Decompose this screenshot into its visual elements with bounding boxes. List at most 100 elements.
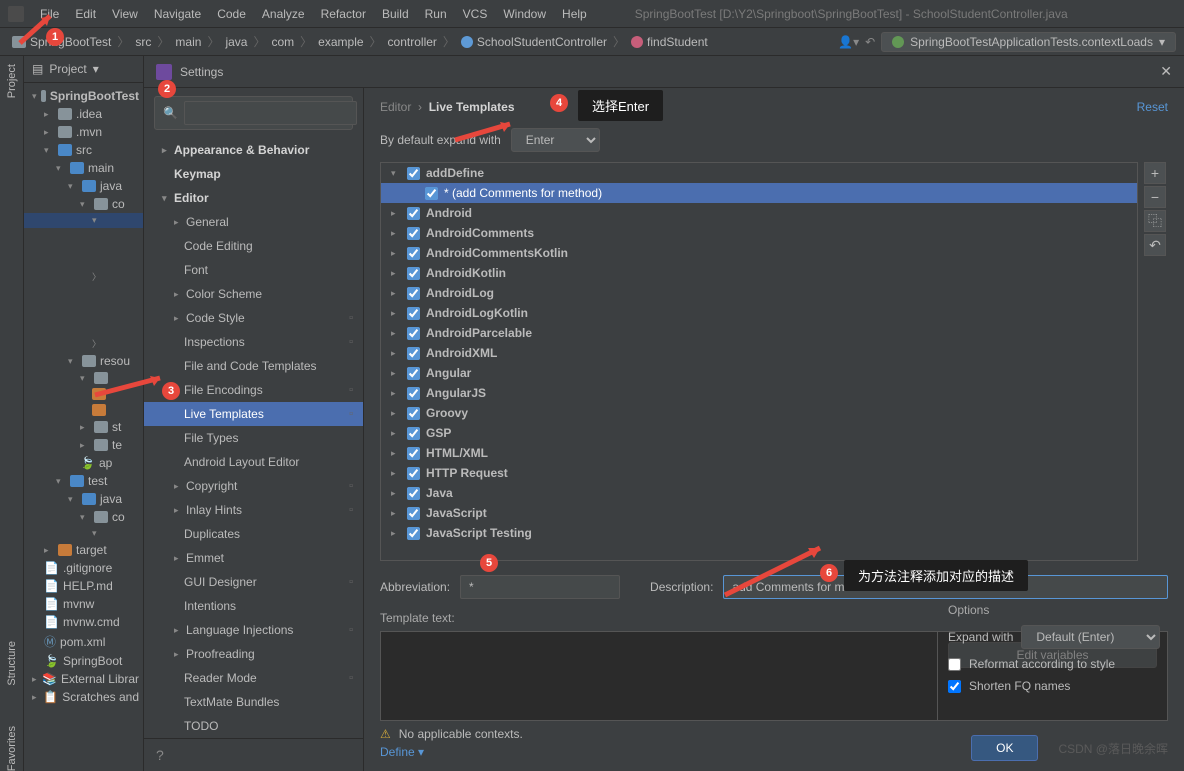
template-checkbox[interactable] (407, 287, 420, 300)
template-group[interactable]: ▸AndroidLog (381, 283, 1137, 303)
menu-refactor[interactable]: Refactor (313, 3, 374, 25)
template-checkbox[interactable] (407, 307, 420, 320)
bc-item[interactable]: example (314, 33, 367, 51)
bc-item[interactable]: SchoolStudentController (457, 33, 611, 51)
nav-tm[interactable]: TextMate Bundles (144, 690, 363, 714)
template-checkbox[interactable] (407, 227, 420, 240)
template-group[interactable]: ▸JavaScript (381, 503, 1137, 523)
template-group[interactable]: ▸Angular (381, 363, 1137, 383)
menu-window[interactable]: Window (495, 3, 554, 25)
template-group[interactable]: ▸Groovy (381, 403, 1137, 423)
template-group[interactable]: ▸Android (381, 203, 1137, 223)
sidebar-project[interactable]: Project (6, 64, 18, 98)
project-header[interactable]: ▤ Project ▾ (24, 56, 143, 83)
nav-proof[interactable]: ▸Proofreading (144, 642, 363, 666)
nav-editor[interactable]: ▾Editor (144, 186, 363, 210)
template-group[interactable]: ▸AndroidXML (381, 343, 1137, 363)
reformat-checkbox[interactable] (948, 658, 961, 671)
nav-reader[interactable]: Reader Mode▫ (144, 666, 363, 690)
remove-button[interactable]: − (1144, 186, 1166, 208)
template-checkbox[interactable] (407, 507, 420, 520)
nav-ale[interactable]: Android Layout Editor (144, 450, 363, 474)
template-group[interactable]: ▸AngularJS (381, 383, 1137, 403)
undo-button[interactable]: ↶ (1144, 234, 1166, 256)
template-checkbox[interactable] (407, 387, 420, 400)
bc-item[interactable]: java (221, 33, 251, 51)
ok-button[interactable]: OK (971, 735, 1038, 761)
template-item[interactable]: * (add Comments for method) (381, 183, 1137, 203)
description-input[interactable] (723, 575, 1168, 599)
project-tree[interactable]: ▾SpringBootTest ▸.idea ▸.mvn ▾src ▾main … (24, 83, 143, 710)
settings-search[interactable]: 🔍 (154, 96, 353, 130)
nav-dup[interactable]: Duplicates (144, 522, 363, 546)
template-checkbox[interactable] (407, 467, 420, 480)
menu-run[interactable]: Run (417, 3, 455, 25)
nav-inlay[interactable]: ▸Inlay Hints▫ (144, 498, 363, 522)
close-icon[interactable]: ✕ (1160, 63, 1172, 80)
nav-inspections[interactable]: Inspections▫ (144, 330, 363, 354)
nav-todo[interactable]: TODO (144, 714, 363, 738)
nav-fct[interactable]: File and Code Templates (144, 354, 363, 378)
template-checkbox[interactable] (407, 527, 420, 540)
nav-emmet[interactable]: ▸Emmet (144, 546, 363, 570)
template-checkbox[interactable] (407, 487, 420, 500)
menu-edit[interactable]: Edit (67, 3, 104, 25)
nav-font[interactable]: Font (144, 258, 363, 282)
nav-intentions[interactable]: Intentions (144, 594, 363, 618)
options-expand-select[interactable]: Default (Enter) (1021, 625, 1160, 649)
bc-item[interactable]: main (171, 33, 205, 51)
nav-codestyle[interactable]: ▸Code Style▫ (144, 306, 363, 330)
template-group[interactable]: ▸AndroidCommentsKotlin (381, 243, 1137, 263)
nav-colorscheme[interactable]: ▸Color Scheme (144, 282, 363, 306)
template-checkbox[interactable] (407, 447, 420, 460)
menu-build[interactable]: Build (374, 3, 417, 25)
abbreviation-input[interactable] (460, 575, 620, 599)
template-checkbox[interactable] (407, 247, 420, 260)
search-input[interactable] (184, 101, 357, 125)
user-icon[interactable]: 👤▾ (838, 35, 859, 49)
template-group[interactable]: ▸JavaScript Testing (381, 523, 1137, 543)
nav-appearance[interactable]: ▸Appearance & Behavior (144, 138, 363, 162)
bc-item[interactable]: controller (384, 33, 441, 51)
template-group[interactable]: ▸GSP (381, 423, 1137, 443)
expand-select[interactable]: Enter (511, 128, 600, 152)
menu-vcs[interactable]: VCS (455, 3, 496, 25)
nav-general[interactable]: ▸General (144, 210, 363, 234)
copy-button[interactable]: ⿻ (1144, 210, 1166, 232)
template-group[interactable]: ▸HTTP Request (381, 463, 1137, 483)
menu-code[interactable]: Code (209, 3, 254, 25)
template-group[interactable]: ▾addDefine (381, 163, 1137, 183)
nav-gui[interactable]: GUI Designer▫ (144, 570, 363, 594)
run-config-dropdown[interactable]: SpringBootTestApplicationTests.contextLo… (881, 32, 1176, 52)
nav-codeediting[interactable]: Code Editing (144, 234, 363, 258)
add-button[interactable]: + (1144, 162, 1166, 184)
template-checkbox[interactable] (407, 407, 420, 420)
reset-link[interactable]: Reset (1137, 100, 1168, 114)
template-group[interactable]: ▸AndroidKotlin (381, 263, 1137, 283)
template-group[interactable]: ▸Java (381, 483, 1137, 503)
menu-file[interactable]: File (32, 3, 67, 25)
sidebar-structure[interactable]: Structure (6, 641, 18, 686)
bc-root[interactable]: SpringBootTest (8, 33, 115, 51)
template-checkbox[interactable] (407, 347, 420, 360)
templates-list[interactable]: ▾addDefine* (add Comments for method)▸An… (380, 162, 1138, 561)
template-group[interactable]: ▸HTML/XML (381, 443, 1137, 463)
template-group[interactable]: ▸AndroidComments (381, 223, 1137, 243)
bc-item[interactable]: findStudent (627, 33, 712, 51)
menu-help[interactable]: Help (554, 3, 595, 25)
help-icon[interactable]: ? (156, 747, 164, 763)
nav-copyright[interactable]: ▸Copyright▫ (144, 474, 363, 498)
menu-view[interactable]: View (104, 3, 146, 25)
sidebar-favorites[interactable]: Favorites (6, 726, 18, 771)
template-checkbox[interactable] (407, 267, 420, 280)
template-checkbox[interactable] (407, 367, 420, 380)
template-group[interactable]: ▸AndroidLogKotlin (381, 303, 1137, 323)
template-checkbox[interactable] (407, 327, 420, 340)
bc-item[interactable]: com (267, 33, 298, 51)
shorten-checkbox[interactable] (948, 680, 961, 693)
nav-file-types[interactable]: File Types (144, 426, 363, 450)
template-checkbox[interactable] (407, 207, 420, 220)
bc-item[interactable]: src (131, 33, 155, 51)
template-checkbox[interactable] (407, 427, 420, 440)
back-icon[interactable]: ↶ (865, 35, 875, 49)
